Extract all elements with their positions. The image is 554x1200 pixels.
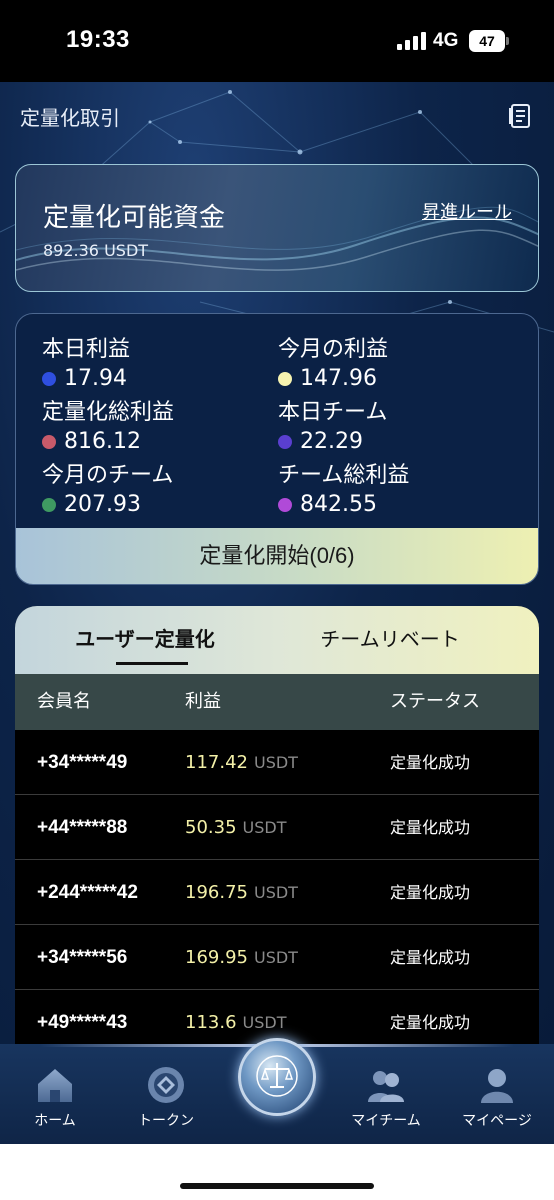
home-indicator[interactable] (180, 1183, 374, 1189)
tab-bar: ユーザー定量化 チームリベート (15, 606, 539, 674)
network-type: 4G (433, 30, 459, 51)
stat-total-profit: 定量化総利益 816.12 (42, 399, 282, 457)
stat-value-row: 147.96 (278, 364, 518, 394)
legend-dot (42, 435, 56, 449)
quant-fund-card: 定量化可能資金 892.36 USDT 昇進ルール (15, 164, 539, 292)
legend-dot (278, 435, 292, 449)
stat-team-total: チーム総利益 842.55 (278, 462, 518, 520)
stat-label: 本日チーム (278, 400, 388, 425)
stat-value-row: 17.94 (42, 364, 282, 394)
table-row: +44*****88 50.35 USDT 定量化成功 (15, 795, 539, 860)
battery-tip (506, 37, 509, 45)
legend-dot (278, 498, 292, 512)
unit-label: USDT (253, 948, 298, 967)
promotion-rules-link[interactable]: 昇進ルール (422, 198, 512, 224)
unit-label: USDT (242, 818, 287, 837)
profit-value: 50.35 (185, 817, 237, 838)
home-indicator-area (0, 1144, 554, 1200)
header-member: 会員名 (37, 691, 91, 712)
legend-dot (42, 498, 56, 512)
nav-home-label: ホーム (34, 1113, 76, 1129)
stat-value: 842.55 (300, 492, 377, 517)
profit-value: 113.6 (185, 1012, 237, 1033)
bottom-nav: ホーム トークン マイチーム マイページ (0, 1038, 554, 1144)
profit-cell: 196.75 USDT (185, 860, 298, 925)
status-cell: 定量化成功 (390, 948, 471, 967)
table-row: +34*****56 169.95 USDT 定量化成功 (15, 925, 539, 990)
member-cell: +44*****88 (37, 817, 128, 838)
document-icon[interactable] (506, 102, 534, 130)
legend-dot (278, 372, 292, 386)
balance-scale-icon (256, 1055, 298, 1097)
profit-cell: 50.35 USDT (185, 795, 287, 860)
unit-label: USDT (253, 753, 298, 772)
table-header: 会員名 利益 ステータス (15, 674, 539, 730)
profit-cell: 117.42 USDT (185, 730, 298, 795)
nav-team-label: マイチーム (351, 1113, 421, 1129)
stat-value-row: 22.29 (278, 427, 518, 457)
nav-token-label: トークン (138, 1113, 194, 1129)
member-cell: +244*****42 (37, 882, 138, 903)
team-icon (368, 1071, 404, 1102)
stat-month-team: 今月のチーム 207.93 (42, 462, 282, 520)
profit-value: 196.75 (185, 882, 248, 903)
unit-label: USDT (253, 883, 298, 902)
stat-value: 17.94 (64, 366, 127, 391)
stat-label: 定量化総利益 (42, 400, 175, 425)
active-tab-underline (116, 662, 188, 665)
header-profit: 利益 (185, 691, 221, 712)
stat-today-team: 本日チーム 22.29 (278, 399, 518, 457)
status-bar: 19:33 4G 47 (0, 0, 554, 82)
stat-value-row: 842.55 (278, 490, 518, 520)
fund-title: 定量化可能資金 (43, 203, 226, 233)
stat-label: 本日利益 (42, 337, 131, 362)
header-status: ステータス (390, 691, 480, 712)
stat-label: 今月のチーム (42, 463, 174, 488)
legend-dot (42, 372, 56, 386)
status-cell: 定量化成功 (390, 753, 471, 772)
profit-cell: 169.95 USDT (185, 925, 298, 990)
unit-label: USDT (242, 1013, 287, 1032)
nav-my-page[interactable]: マイページ (442, 1064, 552, 1130)
user-icon (481, 1069, 513, 1103)
stat-label: 今月の利益 (278, 337, 389, 362)
signal-icon (397, 32, 426, 50)
profit-stats-card: 本日利益 17.94 今月の利益 147.96 定量化総利益 816.12 本日… (15, 313, 539, 585)
stat-today-profit: 本日利益 17.94 (42, 336, 282, 394)
page-title: 定量化取引 (20, 106, 120, 130)
nav-token[interactable]: トークン (111, 1064, 221, 1130)
stat-value: 207.93 (64, 492, 141, 517)
token-icon (148, 1067, 184, 1103)
app-screen: 定量化取引 定量化可能資金 892.36 USDT 昇進ルール 本日利益 17.… (0, 82, 554, 1144)
profit-value: 117.42 (185, 752, 248, 773)
fund-amount: 892.36 USDT (43, 241, 149, 260)
table-body: +34*****49 117.42 USDT 定量化成功 +44*****88 5… (15, 730, 539, 1055)
tab-team-rebate[interactable]: チームリベート (305, 606, 475, 674)
status-time: 19:33 (66, 26, 130, 53)
status-cell: 定量化成功 (390, 883, 471, 902)
nav-home[interactable]: ホーム (0, 1064, 110, 1130)
nav-quant-center[interactable] (238, 1038, 316, 1116)
stat-value-row: 207.93 (42, 490, 282, 520)
start-quant-button[interactable]: 定量化開始(0/6) (16, 528, 538, 584)
stat-value-row: 816.12 (42, 427, 282, 457)
profit-value: 169.95 (185, 947, 248, 968)
stat-label: チーム総利益 (278, 463, 410, 488)
table-row: +244*****42 196.75 USDT 定量化成功 (15, 860, 539, 925)
table-row: +34*****49 117.42 USDT 定量化成功 (15, 730, 539, 795)
stat-value: 816.12 (64, 429, 141, 454)
home-icon (38, 1069, 72, 1102)
stat-value: 147.96 (300, 366, 377, 391)
nav-my-team[interactable]: マイチーム (331, 1064, 441, 1130)
nav-mypage-label: マイページ (462, 1113, 532, 1129)
status-cell: 定量化成功 (390, 818, 471, 837)
stat-value: 22.29 (300, 429, 363, 454)
member-cell: +34*****49 (37, 752, 128, 773)
member-cell: +34*****56 (37, 947, 128, 968)
battery-icon: 47 (469, 30, 505, 52)
stat-month-profit: 今月の利益 147.96 (278, 336, 518, 394)
